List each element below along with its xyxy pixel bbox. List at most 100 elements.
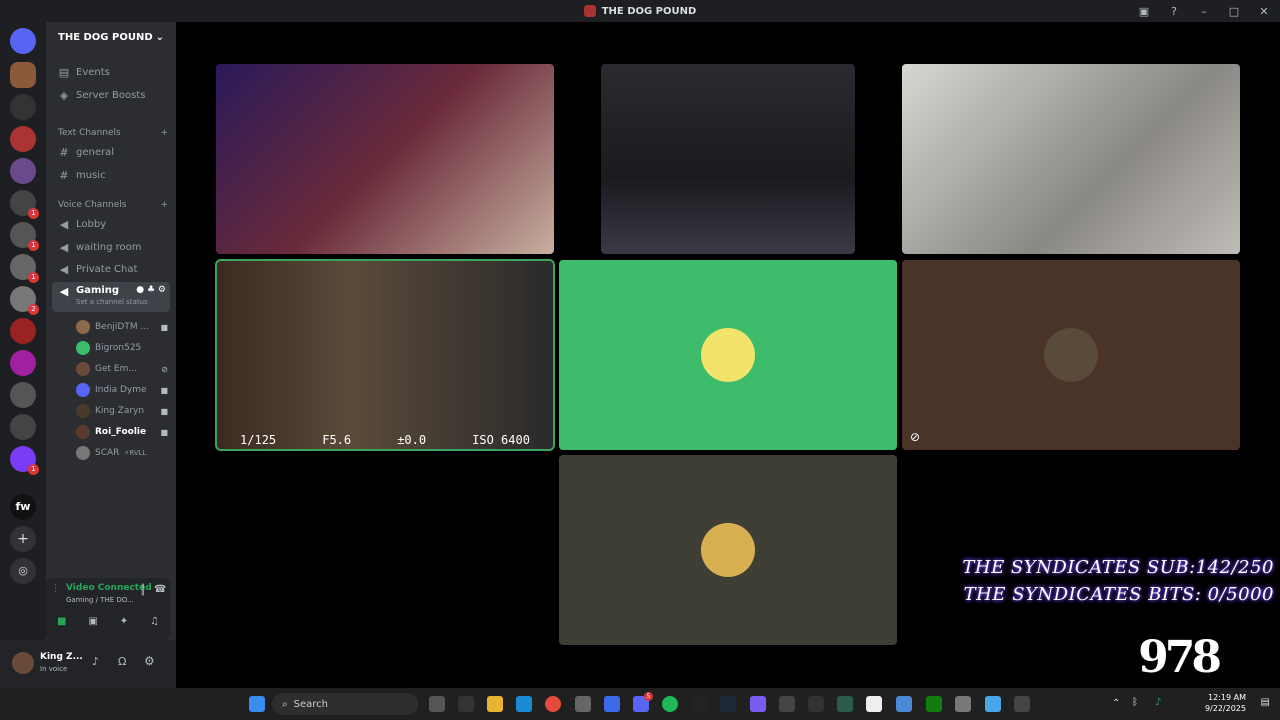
activity-icon[interactable]: ✦ [120, 616, 128, 627]
help-icon[interactable]: ? [1166, 5, 1182, 18]
app-icon[interactable] [458, 696, 474, 712]
server-header[interactable]: THE DOG POUND ⌄ [46, 22, 176, 52]
video-tile[interactable] [902, 64, 1240, 254]
server-icon[interactable] [10, 382, 36, 408]
discord-icon[interactable]: 5 [633, 692, 653, 712]
maximize-button[interactable]: □ [1226, 5, 1242, 18]
notification-icon[interactable]: ▤ [1261, 697, 1270, 708]
video-tile[interactable] [216, 64, 554, 254]
chrome-icon[interactable] [545, 696, 561, 712]
task-view-icon[interactable] [429, 696, 445, 712]
audio-tile[interactable]: ⊘ [902, 260, 1240, 450]
calendar-icon: ▤ [58, 65, 70, 79]
video-grid: 1/125 F5.6 ±0.0 ISO 6400 ⊘ THE SYNDICATE… [176, 22, 1280, 688]
settings-gear-icon[interactable]: ⚙ [144, 654, 155, 668]
channel-actions-icon[interactable]: ● ♣ ⚙ [136, 285, 170, 298]
audio-tile[interactable] [559, 455, 897, 645]
system-clock[interactable]: 12:19 AM 9/22/2025 [1205, 692, 1246, 714]
server-icon[interactable]: 1 [10, 190, 39, 219]
noise-suppression-icon[interactable]: ║ [140, 585, 146, 596]
add-channel-icon[interactable]: + [160, 128, 168, 138]
camera-icon: ■ [160, 322, 168, 332]
server-icon[interactable]: 1 [10, 222, 39, 251]
server-icon[interactable] [10, 414, 36, 440]
server-icon[interactable] [10, 126, 36, 152]
events-link[interactable]: ▤ Events [52, 62, 170, 82]
tray-chevron-icon[interactable]: ⌃ [1112, 698, 1120, 709]
notepad-icon[interactable] [896, 696, 912, 712]
close-button[interactable]: ✕ [1256, 5, 1272, 18]
server-icon[interactable]: 1 [10, 254, 39, 283]
voice-member[interactable]: Get Em... ⊘ [76, 360, 168, 378]
chevron-down-icon: ⌄ [155, 31, 164, 43]
steam-icon[interactable] [720, 696, 736, 712]
epic-games-icon[interactable] [691, 696, 707, 712]
taskbar-search[interactable]: ⌕ Search [272, 693, 418, 715]
voice-member[interactable]: Bigron525 [76, 339, 168, 357]
file-explorer-icon[interactable] [487, 696, 503, 712]
app-icon[interactable] [604, 696, 620, 712]
app-icon[interactable] [516, 696, 532, 712]
discover-icon[interactable]: ◎ [10, 558, 36, 584]
avatar[interactable] [12, 652, 34, 674]
app-icon[interactable] [985, 696, 1001, 712]
microphone-icon[interactable]: ♪ [92, 655, 99, 668]
hash-icon: # [59, 145, 69, 159]
voice-member[interactable]: SCAR ⚡RVLL [76, 444, 168, 462]
server-icon[interactable]: 1 [10, 446, 39, 475]
voice-member[interactable]: King Zaryn ■ [76, 402, 168, 420]
server-boosts-link[interactable]: ◈ Server Boosts [52, 85, 170, 105]
add-server-icon[interactable]: + [10, 526, 36, 552]
spotify-icon[interactable] [662, 696, 678, 712]
app-icon[interactable] [1014, 696, 1030, 712]
avatar [701, 523, 755, 577]
text-channels-category[interactable]: Text Channels + [58, 128, 168, 138]
app-icon[interactable] [575, 696, 591, 712]
voice-member[interactable]: BenjiDTM ... ■ [76, 318, 168, 336]
camera-toggle-icon[interactable]: ■ [57, 616, 66, 627]
xbox-icon[interactable] [926, 696, 942, 712]
app-icon[interactable] [866, 696, 882, 712]
channel-music[interactable]: # music [52, 165, 170, 185]
headphones-icon[interactable]: Ω [118, 655, 126, 668]
screen-share-icon[interactable]: ▣ [88, 616, 97, 627]
minimize-button[interactable]: – [1196, 5, 1212, 18]
app-icon[interactable] [750, 696, 766, 712]
server-icon-dog-pound[interactable] [10, 62, 36, 88]
video-tile[interactable] [601, 64, 855, 254]
speaker-icon: ◀ [59, 217, 69, 231]
title-bar: THE DOG POUND ▣ ? – □ ✕ [0, 0, 1280, 22]
deafen-icon: ⊘ [161, 364, 168, 374]
channel-private-chat[interactable]: ◀ Private Chat [52, 259, 170, 279]
voice-member[interactable]: India Dyme ■ [76, 381, 168, 399]
server-icon[interactable] [10, 350, 36, 376]
server-icon[interactable]: 2 [10, 286, 39, 315]
audio-tile[interactable] [559, 260, 897, 450]
channel-lobby[interactable]: ◀ Lobby [52, 214, 170, 234]
inbox-icon[interactable]: ▣ [1136, 5, 1152, 18]
app-icon[interactable] [808, 696, 824, 712]
voice-member[interactable]: Roi_Foolie ■ [76, 423, 168, 441]
bluetooth-icon[interactable]: ᛒ [1132, 697, 1138, 708]
start-icon[interactable] [249, 696, 265, 712]
microphone-tray-icon[interactable]: ♪ [1155, 697, 1161, 708]
settings-icon[interactable] [955, 696, 971, 712]
disconnect-icon[interactable]: ☎ [154, 584, 166, 595]
avatar [76, 362, 90, 376]
window-controls: ▣ ? – □ ✕ [1136, 0, 1272, 22]
server-icon-fw[interactable]: fw [10, 494, 36, 520]
server-icon-978[interactable] [10, 94, 36, 120]
app-icon[interactable] [837, 696, 853, 712]
channel-waiting-room[interactable]: ◀ waiting room [52, 237, 170, 257]
discord-home-icon[interactable] [10, 28, 36, 54]
channel-gaming[interactable]: ◀ Gaming ● ♣ ⚙ Set a channel status [52, 282, 170, 312]
add-channel-icon[interactable]: + [160, 200, 168, 210]
channel-general[interactable]: # general [52, 142, 170, 162]
video-tile-speaking[interactable]: 1/125 F5.6 ±0.0 ISO 6400 [215, 259, 555, 451]
app-icon[interactable] [779, 696, 795, 712]
server-icon[interactable] [10, 318, 36, 344]
soundboard-icon[interactable]: ♫ [150, 616, 159, 627]
server-icon[interactable] [10, 158, 36, 184]
voice-channels-category[interactable]: Voice Channels + [58, 200, 168, 210]
avatar [701, 328, 755, 382]
